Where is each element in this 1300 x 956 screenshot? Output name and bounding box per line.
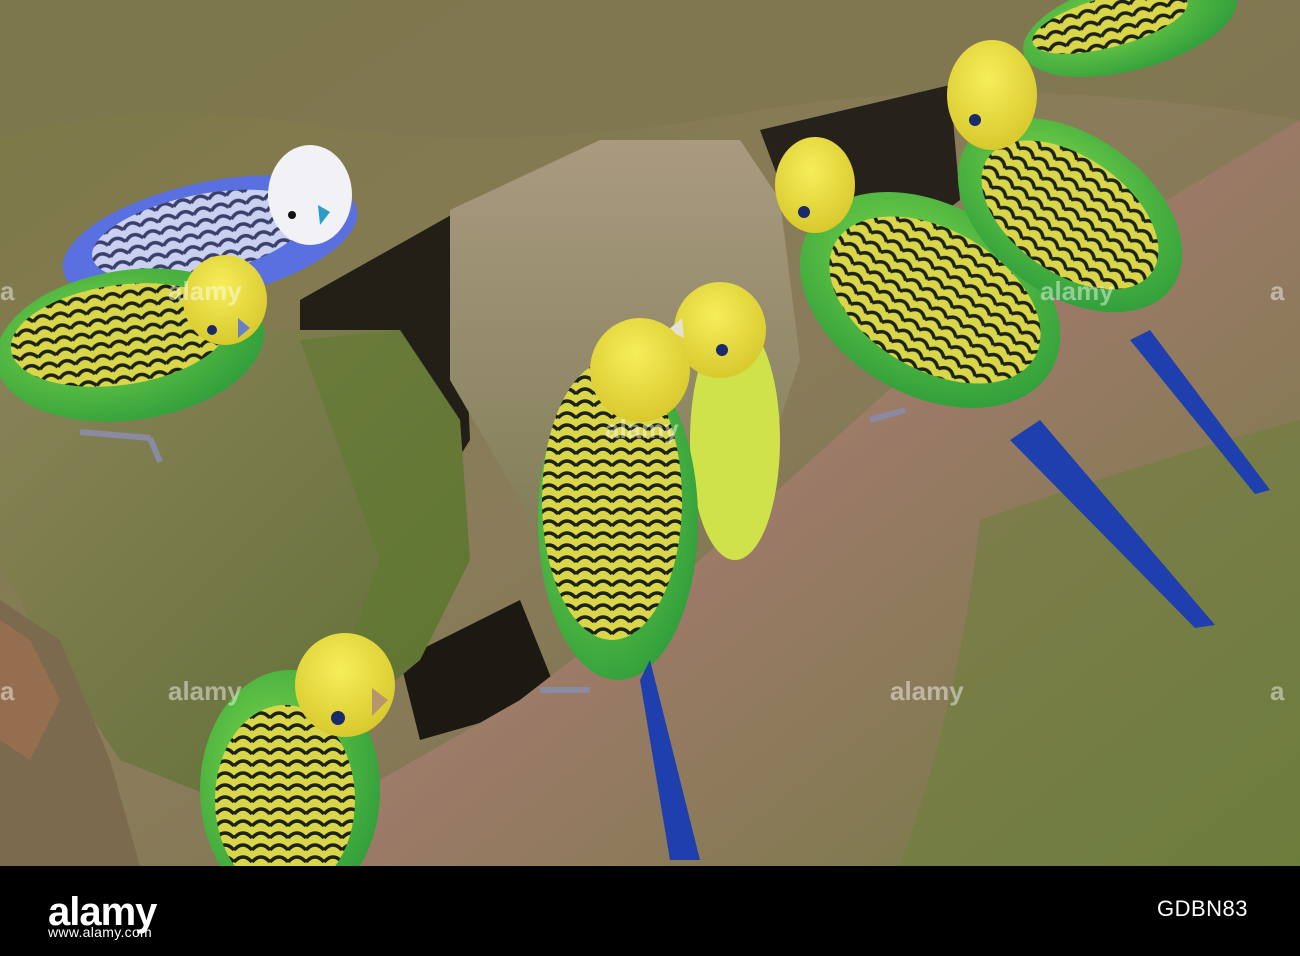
budgerigar-photo: a a a a alamy alamy alamy alamy alamy [0,0,1300,866]
site-url: www.alamy.com [48,924,152,940]
watermark-glyph: a [0,276,15,306]
footer-bar: alamy www.alamy.com GDBN83 [0,866,1300,956]
watermark-word: alamy [605,414,679,444]
watermark-word: alamy [890,676,964,706]
watermark-glyph: a [1270,276,1285,306]
watermark-glyph: a [0,676,15,706]
watermark-glyph: a [1270,676,1285,706]
watermark-word: alamy [1040,276,1114,306]
watermark-word: alamy [168,676,242,706]
photo-area: a a a a alamy alamy alamy alamy alamy [0,0,1300,866]
image-id: GDBN83 [1156,896,1248,921]
watermark-word: alamy [168,276,242,306]
